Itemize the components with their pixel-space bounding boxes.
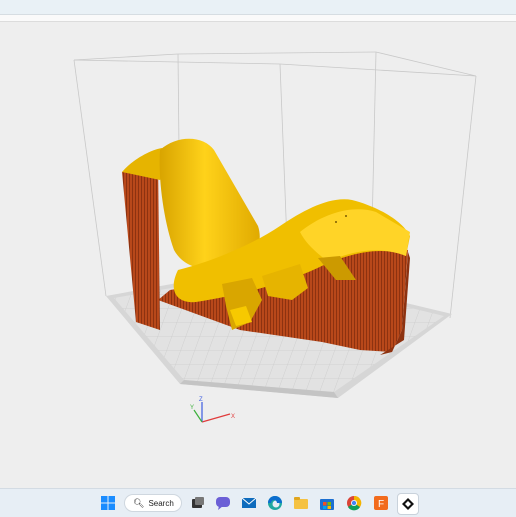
taskbar: 🔍︎ Search F	[0, 488, 516, 517]
axis-gizmo: X Z Y	[190, 397, 235, 423]
chat-icon[interactable]	[213, 493, 233, 513]
toolbar-strip	[0, 15, 516, 22]
search-label: Search	[148, 498, 174, 508]
axis-label-y: Y	[190, 405, 194, 411]
edge-browser-icon[interactable]	[265, 493, 285, 513]
window-title-bar	[0, 0, 516, 15]
mail-icon[interactable]	[239, 493, 259, 513]
axis-label-z: Z	[199, 397, 203, 403]
microsoft-store-icon[interactable]	[317, 493, 337, 513]
taskbar-search-box[interactable]: 🔍︎ Search	[124, 494, 182, 512]
axis-label-x: X	[231, 414, 235, 420]
file-explorer-icon[interactable]	[291, 493, 311, 513]
slicer-app-icon[interactable]	[397, 493, 419, 515]
windows-start-icon[interactable]	[98, 493, 118, 513]
scene-canvas[interactable]: X Z Y	[0, 22, 516, 488]
chrome-icon[interactable]	[344, 493, 364, 513]
svg-text:F: F	[378, 499, 384, 510]
search-icon: 🔍︎	[133, 497, 145, 508]
fusion-app-icon[interactable]: F	[371, 493, 391, 513]
3d-viewport[interactable]: X Z Y	[0, 22, 516, 488]
task-view-icon[interactable]	[188, 493, 208, 513]
